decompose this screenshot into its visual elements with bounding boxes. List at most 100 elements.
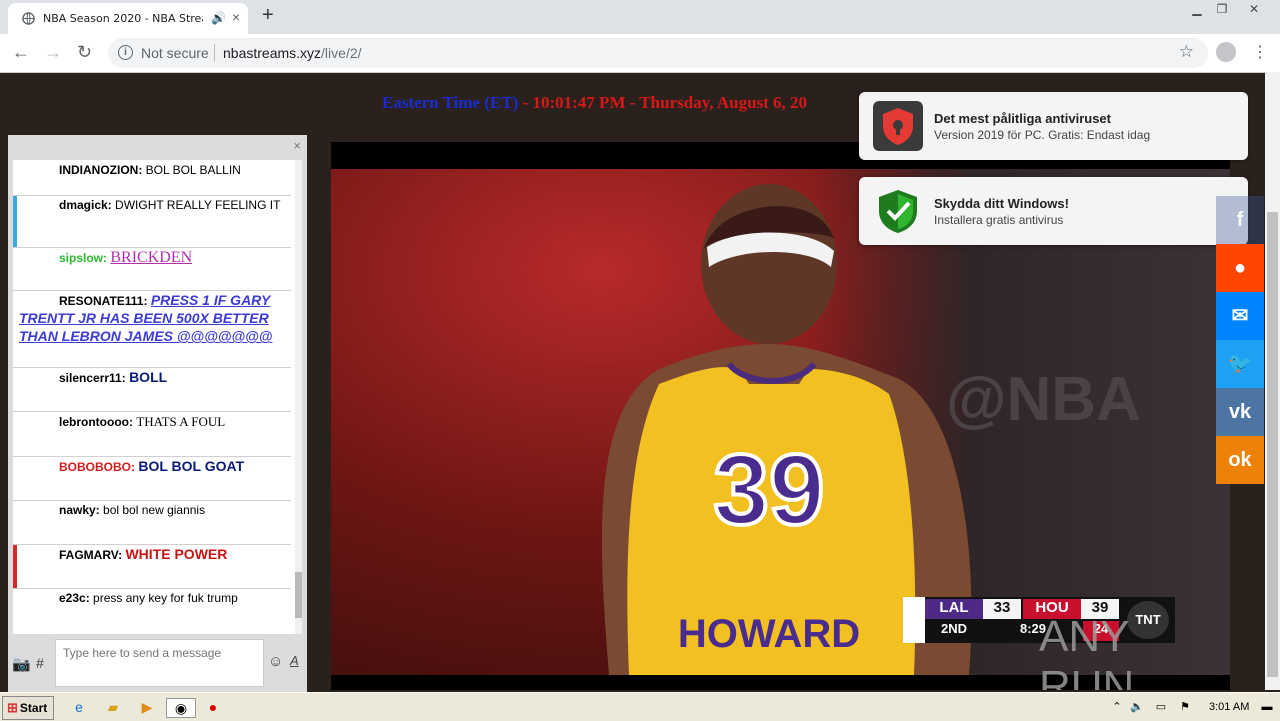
popup-subtitle: Version 2019 för PC. Gratis: Endast idag [934, 128, 1151, 142]
opera-icon[interactable]: ● [204, 698, 222, 716]
message-username[interactable]: dmagick: [59, 198, 112, 212]
chat-message: sipslow: BRICKDEN [13, 247, 291, 291]
message-username[interactable]: INDIANOZION: [59, 163, 142, 177]
chat-scroll-thumb[interactable] [295, 572, 302, 618]
message-body: sipslow: BRICKDEN [13, 247, 291, 267]
media-player-icon[interactable]: ▶ [138, 698, 156, 716]
browser-tab[interactable]: NBA Season 2020 - NBA Stream 🔊 × [8, 3, 248, 34]
message-username[interactable]: BOBOBOBO: [59, 460, 135, 474]
browser-toolbar: ← → ↻ i Not secure nbastreams.xyz/live/2… [0, 34, 1280, 73]
team1-score: 33 [983, 599, 1021, 619]
message-highlight-bar [13, 195, 17, 247]
format-button[interactable]: A [290, 653, 299, 668]
vk-share-icon[interactable]: vk [1216, 388, 1264, 436]
message-body: silencerr11: BOLL [13, 367, 291, 387]
message-body: FAGMARV: WHITE POWER [13, 544, 291, 564]
taskbar: ⊞ Start e ▰ ▶ ◉ ● ⌃ 🔈 ▭ ⚑ 3:01 AM ▬ [0, 692, 1280, 721]
info-icon[interactable]: i [118, 45, 133, 60]
minimize-button[interactable]: ▁ [1183, 0, 1211, 20]
network-icon[interactable]: ▭ [1152, 698, 1170, 716]
odnoklassniki-share-icon[interactable]: ok [1216, 436, 1264, 484]
chat-message: nawky: bol bol new giannis [13, 500, 291, 545]
team1-name: LAL [925, 599, 983, 619]
timezone-label: Eastern Time (ET) [382, 93, 519, 112]
chat-message: FAGMARV: WHITE POWER [13, 544, 291, 589]
tray-arrow-icon[interactable]: ⌃ [1108, 698, 1126, 716]
camera-icon[interactable]: 📷 [12, 655, 31, 673]
twitter-share-icon[interactable]: 🐦 [1216, 340, 1264, 388]
chat-message: silencerr11: BOLL [13, 367, 291, 412]
message-username[interactable]: FAGMARV: [59, 548, 122, 562]
antivirus-popup-1[interactable]: Det mest pålitliga antiviruset Version 2… [859, 92, 1248, 160]
chat-messages[interactable]: e23c: press any key for fuk trump FAGMARV… [13, 160, 302, 634]
chat-message: e23c: press any key for fuk trump [13, 588, 291, 634]
message-text: BRICKDEN [110, 249, 193, 266]
anyrun-watermark: ANY RUN [1039, 612, 1135, 690]
reload-icon[interactable]: ↻ [77, 42, 92, 63]
date-time-text: - 10:01:47 PM - Thursday, August 6, 20 [518, 93, 808, 112]
url-text[interactable]: nbastreams.xyz/live/2/ [223, 45, 362, 61]
windows-logo-icon: ⊞ [7, 700, 18, 715]
profile-avatar[interactable] [1216, 42, 1236, 62]
emoji-icon[interactable]: ☺ [268, 653, 283, 670]
page-scroll-thumb[interactable] [1267, 212, 1278, 677]
popup-title: Det mest pålitliga antiviruset [934, 111, 1111, 126]
message-username[interactable]: e23c: [59, 591, 90, 605]
forward-icon[interactable]: → [44, 42, 62, 63]
new-tab-button[interactable]: + [262, 4, 274, 27]
chat-input-box[interactable] [55, 639, 264, 687]
clock: 3:01 AM [1209, 701, 1250, 713]
chat-message: BOBOBOBO: BOL BOL GOAT [13, 456, 291, 501]
page-scrollbar[interactable] [1265, 72, 1280, 690]
folder-icon[interactable]: ▰ [104, 698, 122, 716]
url-host: nbastreams.xyz [223, 45, 322, 61]
volume-icon[interactable]: 🔈 [1128, 698, 1146, 716]
chat-input[interactable] [61, 645, 261, 661]
address-bar[interactable]: i Not secure nbastreams.xyz/live/2/ ☆ [108, 38, 1208, 68]
hashtag-button[interactable]: # [36, 655, 44, 671]
reddit-share-icon[interactable]: ● [1216, 244, 1264, 292]
message-body: e23c: press any key for fuk trump [13, 588, 291, 607]
message-body: INDIANOZION: BOL BOL BALLIN [13, 160, 291, 179]
speaker-icon[interactable]: 🔊 [211, 11, 226, 25]
close-window-button[interactable]: ✕ [1240, 0, 1268, 20]
chat-message: INDIANOZION: BOL BOL BALLIN [13, 160, 291, 196]
restore-button[interactable]: ❐ [1208, 0, 1236, 20]
start-button[interactable]: ⊞ Start [2, 696, 54, 720]
message-username[interactable]: RESONATE111: [59, 294, 147, 308]
ie-icon[interactable]: e [70, 698, 88, 716]
jersey-name: HOWARD [678, 612, 860, 656]
message-username[interactable]: sipslow: [59, 251, 107, 265]
message-username[interactable]: lebrontoooo: [59, 415, 133, 429]
chat-close-button[interactable]: × [293, 138, 301, 153]
chat-message: dmagick: DWIGHT REALLY FEELING IT [13, 195, 291, 248]
message-text: press any key for fuk trump [93, 591, 238, 605]
message-text: BOLL [129, 369, 168, 385]
flag-icon[interactable]: ⚑ [1176, 698, 1194, 716]
shield-lock-icon [873, 101, 923, 151]
divider [214, 44, 215, 62]
show-desktop-icon[interactable]: ▬ [1258, 698, 1276, 716]
url-path: /live/2/ [321, 45, 362, 61]
facebook-share-icon[interactable]: f [1216, 196, 1264, 244]
message-body: lebrontoooo: THATS A FOUL [13, 411, 291, 431]
chat-scrollbar[interactable] [295, 160, 302, 634]
jersey-number: 39 [713, 434, 824, 546]
bookmark-star-icon[interactable]: ☆ [1179, 42, 1194, 62]
message-username[interactable]: nawky: [59, 503, 100, 517]
message-text: BOL BOL BALLIN [145, 163, 241, 177]
security-label: Not secure [141, 45, 209, 61]
tab-close-button[interactable]: × [232, 9, 240, 25]
chrome-icon[interactable]: ◉ [166, 698, 196, 718]
globe-icon [22, 12, 35, 25]
messenger-share-icon[interactable]: ✉ [1216, 292, 1264, 340]
back-icon[interactable]: ← [12, 42, 30, 63]
menu-icon[interactable]: ⋮ [1252, 42, 1268, 62]
message-text: BOL BOL GOAT [138, 458, 245, 474]
message-text: WHITE POWER [125, 546, 228, 562]
tab-title: NBA Season 2020 - NBA Stream [43, 12, 203, 25]
message-body: RESONATE111: PRESS 1 IF GARY TRENTT JR H… [13, 290, 291, 346]
message-body: dmagick: DWIGHT REALLY FEELING IT [13, 195, 291, 214]
antivirus-popup-2[interactable]: Skydda ditt Windows! Installera gratis a… [859, 177, 1248, 245]
message-username[interactable]: silencerr11: [59, 371, 126, 385]
